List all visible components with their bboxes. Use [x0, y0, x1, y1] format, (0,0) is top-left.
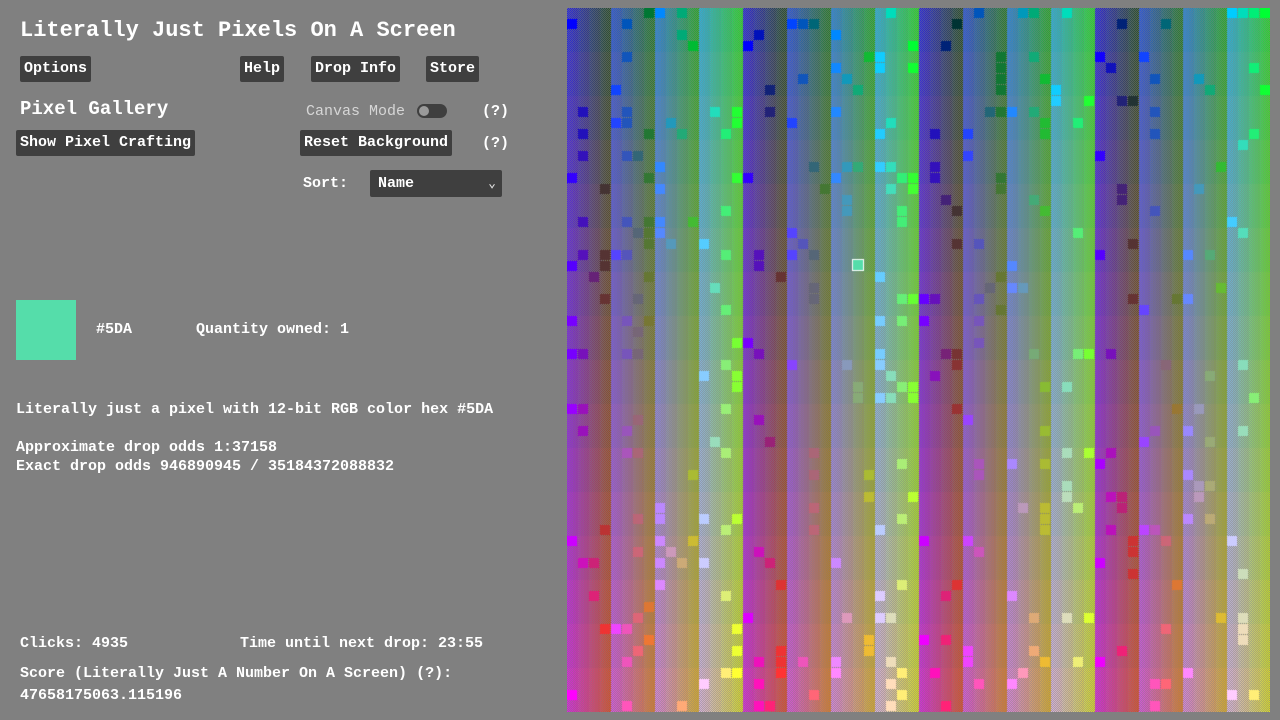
options-button[interactable]: Options: [20, 56, 91, 82]
score-label: Score (Literally Just A Number On A Scre…: [20, 665, 452, 682]
drop-info-button[interactable]: Drop Info: [311, 56, 400, 82]
help-button[interactable]: Help: [240, 56, 284, 82]
canvas-mode-toggle[interactable]: [417, 104, 447, 118]
sort-label: Sort:: [303, 175, 348, 192]
store-button[interactable]: Store: [426, 56, 479, 82]
show-pixel-crafting-button[interactable]: Show Pixel Crafting: [16, 130, 195, 156]
approximate-drop-odds: Approximate drop odds 1:37158: [16, 439, 277, 456]
selected-pixel-quantity: Quantity owned: 1: [196, 321, 349, 338]
chevron-down-icon: ⌄: [488, 170, 496, 197]
next-drop-timer: Time until next drop: 23:55: [240, 635, 483, 652]
clicks-counter: Clicks: 4935: [20, 635, 128, 652]
reset-background-button[interactable]: Reset Background: [300, 130, 452, 156]
canvas-mode-label: Canvas Mode: [306, 103, 405, 120]
sort-select-value: Name: [378, 175, 414, 192]
app-title: Literally Just Pixels On A Screen: [20, 18, 456, 43]
sort-select[interactable]: Name ⌄: [370, 170, 502, 197]
pixel-description: Literally just a pixel with 12-bit RGB c…: [16, 401, 493, 418]
exact-drop-odds: Exact drop odds 946890945 / 351843720888…: [16, 458, 394, 475]
pixel-canvas[interactable]: [567, 8, 1270, 712]
reset-background-help[interactable]: (?): [482, 135, 509, 152]
gallery-heading: Pixel Gallery: [20, 98, 168, 120]
score-value: 47658175063.115196: [20, 687, 182, 704]
selected-pixel-swatch: [16, 300, 76, 360]
toggle-knob: [419, 106, 429, 116]
canvas-mode-help[interactable]: (?): [482, 103, 509, 120]
selected-pixel-hex: #5DA: [96, 321, 132, 338]
